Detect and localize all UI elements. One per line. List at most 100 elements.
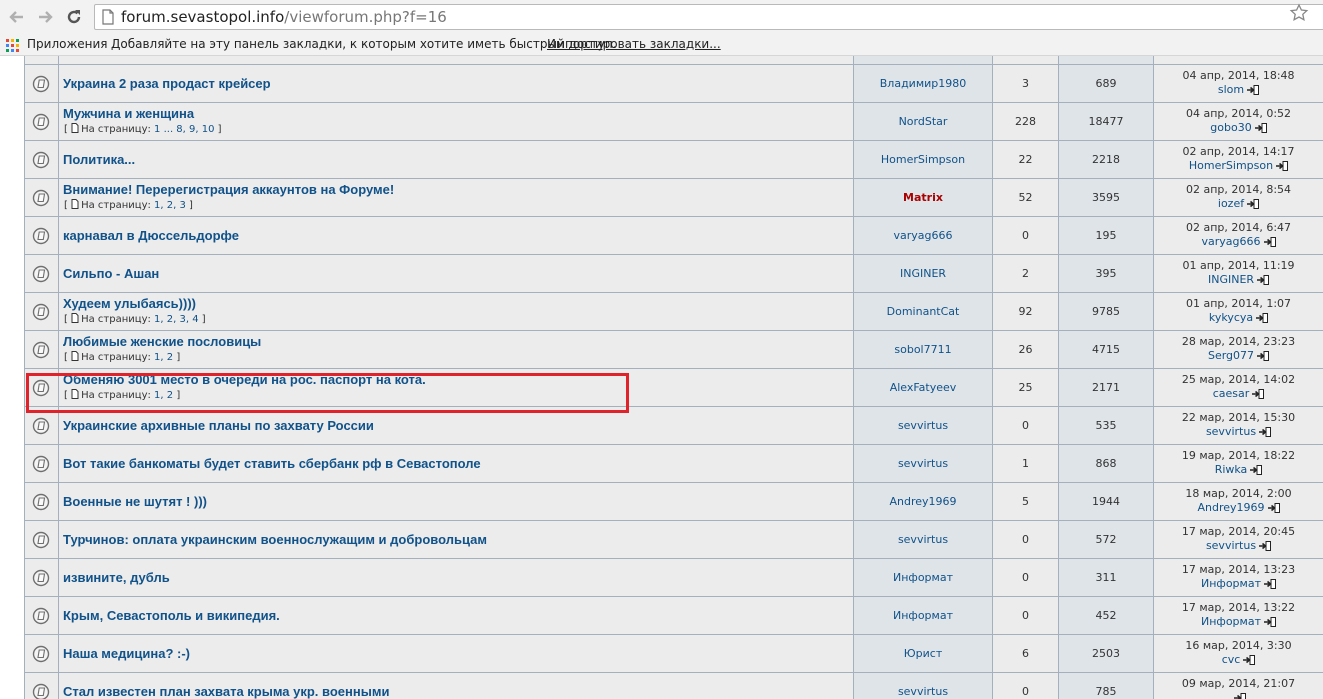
author-link[interactable]: sevvirtus: [898, 533, 948, 546]
last-post-author-link[interactable]: cvc: [1222, 653, 1241, 666]
goto-last-post-icon[interactable]: [1276, 161, 1289, 171]
topic-cell: извините, дубль: [59, 559, 853, 596]
author-link[interactable]: NordStar: [899, 115, 948, 128]
author-link[interactable]: INGINER: [900, 267, 946, 280]
author-link[interactable]: varyag666: [893, 229, 952, 242]
last-post-author-link[interactable]: caesar: [1213, 387, 1250, 400]
topic-cell: Внимание! Перерегистрация аккаунтов на Ф…: [59, 179, 853, 216]
goto-last-post-icon[interactable]: [1263, 237, 1276, 247]
goto-last-post-icon[interactable]: [1257, 275, 1270, 285]
goto-last-post-icon[interactable]: [1254, 123, 1267, 133]
topic-title-link[interactable]: Военные не шутят ! ))): [63, 494, 207, 509]
author-cell: sevvirtus: [854, 673, 992, 699]
author-link[interactable]: sevvirtus: [898, 457, 948, 470]
import-bookmarks-link[interactable]: Импортировать закладки...: [547, 37, 721, 51]
last-post-author-link[interactable]: sevvirtus: [1206, 539, 1256, 552]
last-post-author-link[interactable]: Информат: [1201, 615, 1261, 628]
page-links[interactable]: 1, 2: [154, 352, 173, 363]
goto-last-post-icon[interactable]: [1234, 693, 1246, 699]
goto-last-post-icon[interactable]: [1252, 389, 1265, 399]
bookmark-star-icon[interactable]: [1289, 3, 1309, 23]
author-link[interactable]: sobol7711: [894, 343, 951, 356]
forward-button[interactable]: [32, 4, 58, 30]
author-link[interactable]: sevvirtus: [898, 685, 948, 698]
goto-last-post-icon[interactable]: [1263, 579, 1276, 589]
page-links[interactable]: 1 ... 8, 9, 10: [154, 124, 214, 135]
author-link[interactable]: Информат: [893, 609, 953, 622]
goto-last-post-icon[interactable]: [1243, 655, 1256, 665]
back-button[interactable]: [4, 4, 30, 30]
topic-read-icon: [32, 113, 50, 131]
goto-last-post-icon[interactable]: [1263, 617, 1276, 627]
author-link[interactable]: Информат: [893, 571, 953, 584]
replies-count: 2: [1022, 267, 1029, 280]
goto-last-post-icon[interactable]: [1259, 541, 1272, 551]
table-row: Внимание! Перерегистрация аккаунтов на Ф…: [24, 179, 1323, 217]
goto-last-post-icon[interactable]: [1259, 427, 1272, 437]
page-links[interactable]: 1, 2, 3, 4: [154, 314, 199, 325]
topic-title-link[interactable]: Внимание! Перерегистрация аккаунтов на Ф…: [63, 182, 394, 197]
topic-title-link[interactable]: Турчинов: оплата украинским военнослужащ…: [63, 532, 487, 547]
last-post-author-link[interactable]: Serg077: [1208, 349, 1254, 362]
reload-button[interactable]: [61, 4, 87, 30]
topic-title-link[interactable]: Обменяю 3001 место в очереди на рос. пас…: [63, 372, 426, 387]
last-post-author-link[interactable]: Andrey1969: [1197, 501, 1264, 514]
goto-last-post-icon[interactable]: [1267, 503, 1280, 513]
goto-last-post-icon[interactable]: [1247, 85, 1260, 95]
topic-status-cell: [25, 559, 58, 596]
last-post-author-link[interactable]: varyag666: [1201, 235, 1260, 248]
author-link[interactable]: Владимир1980: [880, 77, 967, 90]
topic-title-link[interactable]: Любимые женские пословицы: [63, 334, 261, 349]
topic-status-cell: [25, 65, 58, 102]
topic-title-link[interactable]: Наша медицина? :-): [63, 646, 190, 661]
topic-title-link[interactable]: Крым, Севастополь и википедия.: [63, 608, 280, 623]
last-post-author-link[interactable]: iozef: [1218, 197, 1244, 210]
table-row: Наша медицина? :-) Юрист 6 2503 16 мар, …: [24, 635, 1323, 673]
author-link[interactable]: sevvirtus: [898, 419, 948, 432]
page-links[interactable]: 1, 2: [154, 390, 173, 401]
last-post-author-link[interactable]: slom: [1218, 83, 1244, 96]
last-post-author-link[interactable]: gobo30: [1210, 121, 1251, 134]
table-row: Худеем улыбаясь)))) [ На страницу: 1, 2,…: [24, 293, 1323, 331]
last-post-author-link[interactable]: Информат: [1201, 577, 1261, 590]
author-link[interactable]: AlexFatyeev: [890, 381, 957, 394]
topic-title-link[interactable]: Сильпо - Ашан: [63, 266, 159, 281]
page-links[interactable]: 1, 2, 3: [154, 200, 186, 211]
topic-title-link[interactable]: извините, дубль: [63, 570, 170, 585]
last-post-date: 01 апр, 2014, 11:19: [1182, 259, 1295, 272]
pages-icon: [71, 199, 79, 209]
author-link[interactable]: Andrey1969: [889, 495, 956, 508]
last-post-date: 02 апр, 2014, 14:17: [1182, 145, 1295, 158]
author-link[interactable]: HomerSimpson: [881, 153, 965, 166]
views-cell: 9785: [1059, 293, 1153, 330]
goto-last-post-icon[interactable]: [1247, 199, 1260, 209]
topic-read-icon: [32, 227, 50, 245]
goto-last-post-icon[interactable]: [1256, 313, 1269, 323]
last-post-author-link[interactable]: kykycya: [1209, 311, 1253, 324]
topic-title-link[interactable]: Вот такие банкоматы будет ставить сберба…: [63, 456, 481, 471]
topic-title-link[interactable]: Мужчина и женщина: [63, 106, 194, 121]
topic-title-link[interactable]: Худеем улыбаясь)))): [63, 296, 196, 311]
last-post-author-link[interactable]: sevvirtus: [1206, 425, 1256, 438]
address-bar[interactable]: forum.sevastopol.info/viewforum.php?f=16: [94, 4, 1323, 30]
goto-last-post-icon[interactable]: [1250, 465, 1263, 475]
topic-title-link[interactable]: Стал известен план захвата крыма укр. во…: [63, 684, 389, 699]
views-cell: 3595: [1059, 179, 1153, 216]
views-cell: 2503: [1059, 635, 1153, 672]
author-link[interactable]: Юрист: [904, 647, 942, 660]
topic-title-link[interactable]: Украина 2 раза продаст крейсер: [63, 76, 271, 91]
replies-cell: 0: [993, 217, 1058, 254]
author-link[interactable]: Matrix: [903, 191, 943, 204]
apps-grid-icon[interactable]: [6, 39, 19, 52]
topic-title-link[interactable]: Политика...: [63, 152, 135, 167]
author-link[interactable]: DominantCat: [887, 305, 960, 318]
last-post-author-link[interactable]: Riwka: [1215, 463, 1248, 476]
topic-title-link[interactable]: карнавал в Дюссельдорфе: [63, 228, 239, 243]
goto-last-post-icon[interactable]: [1257, 351, 1270, 361]
topics-table: Украина 2 раза продаст крейсер Владимир1…: [24, 56, 1323, 699]
topic-title-link[interactable]: Украинские архивные планы по захвату Рос…: [63, 418, 374, 433]
apps-link[interactable]: Приложения: [27, 37, 108, 51]
views-cell: 1944: [1059, 483, 1153, 520]
last-post-author-link[interactable]: HomerSimpson: [1189, 159, 1273, 172]
last-post-author-link[interactable]: INGINER: [1208, 273, 1254, 286]
